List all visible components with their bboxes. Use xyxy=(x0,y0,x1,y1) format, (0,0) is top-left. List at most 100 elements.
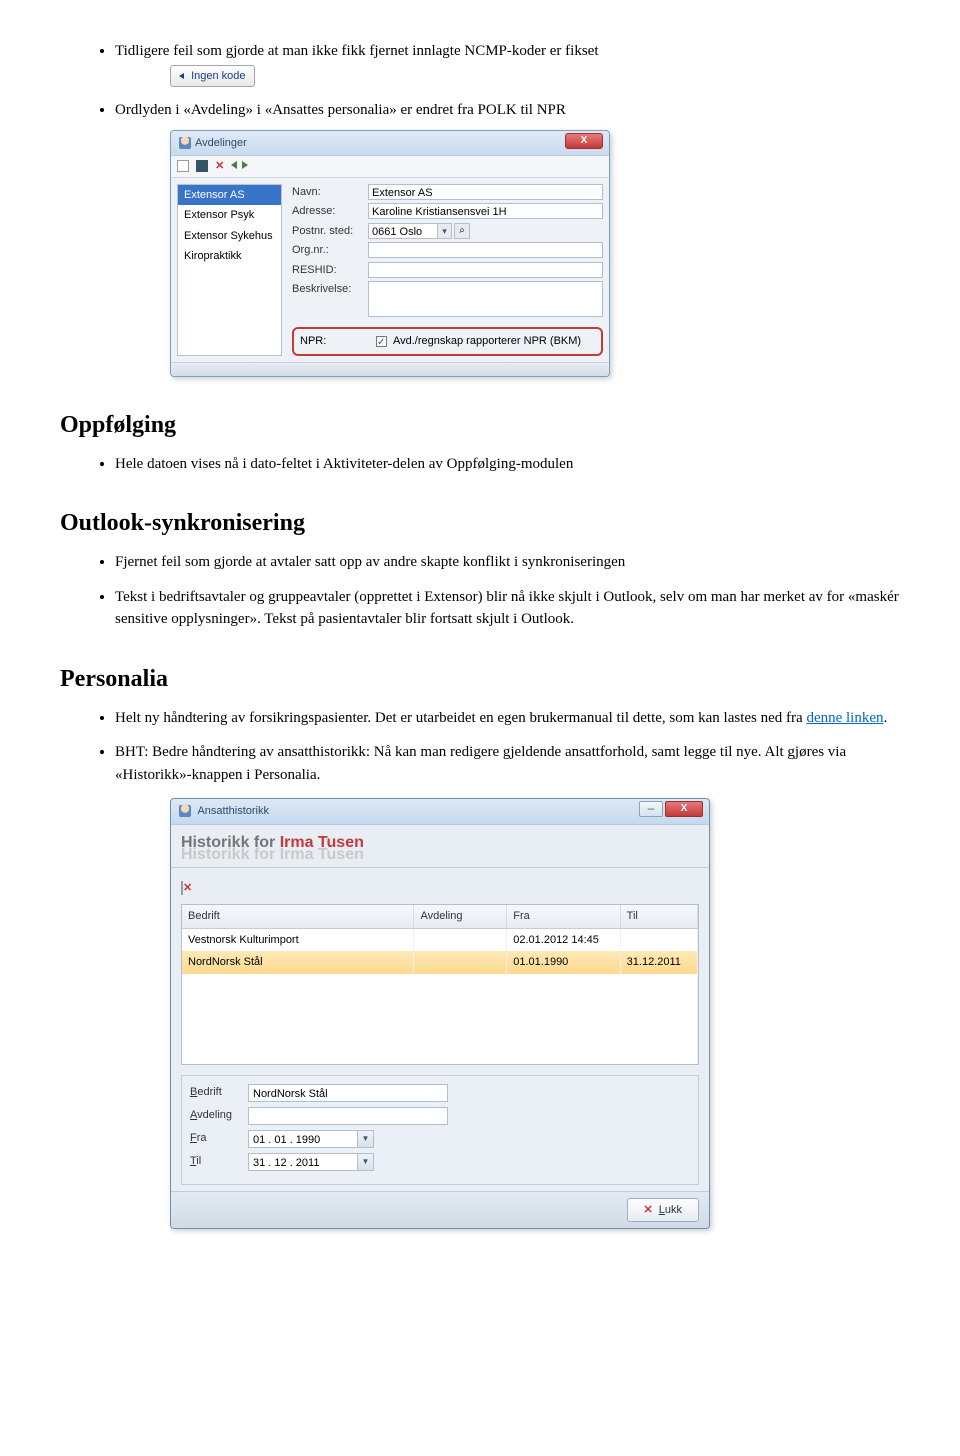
lukk-label-rest: ukk xyxy=(665,1204,682,1216)
col-fra[interactable]: Fra xyxy=(507,905,620,928)
fra-dropdown-icon[interactable]: ▼ xyxy=(358,1130,374,1148)
postnr-dropdown-icon[interactable]: ▾ xyxy=(438,223,452,239)
form-bedrift-input[interactable]: NordNorsk Stål xyxy=(248,1084,448,1102)
hist-toolbar: ✕ xyxy=(171,876,709,901)
cell-avdeling xyxy=(414,951,507,974)
form-avdeling-input[interactable] xyxy=(248,1107,448,1125)
cell-bedrift: NordNorsk Stål xyxy=(182,951,414,974)
window-icon xyxy=(179,805,191,817)
orgnr-input[interactable] xyxy=(368,242,603,258)
sidebar-item[interactable]: Extensor Psyk xyxy=(178,205,281,226)
oppfolging-b1: Hele datoen vises nå i dato-feltet i Akt… xyxy=(115,453,900,476)
outlook-bullets: Fjernet feil som gjorde at avtaler satt … xyxy=(60,551,900,631)
cell-til: 31.12.2011 xyxy=(620,951,697,974)
minimize-icon[interactable]: – xyxy=(639,801,663,817)
heading-personalia: Personalia xyxy=(60,661,900,697)
reshid-input[interactable] xyxy=(368,262,603,278)
arrow-left-icon xyxy=(179,73,184,79)
cell-avdeling xyxy=(414,928,507,951)
close-x-icon: ✕ xyxy=(644,1204,653,1216)
form-til-label: Til xyxy=(190,1153,248,1170)
form-bedrift-label: Bedrift xyxy=(190,1084,248,1101)
form-fra-input[interactable]: 01 . 01 . 1990 xyxy=(248,1130,358,1148)
personalia-b2: BHT: Bedre håndtering av ansatthistorikk… xyxy=(115,741,900,1229)
hist-edit-form: Bedrift NordNorsk Stål Avdeling Fra 01 .… xyxy=(181,1075,699,1185)
delete-icon[interactable]: ✕ xyxy=(215,160,224,172)
avdelinger-dialog: Avdelinger X ✕ Extensor AS Extensor Psyk… xyxy=(170,130,610,377)
cell-bedrift: Vestnorsk Kulturimport xyxy=(182,928,414,951)
col-til[interactable]: Til xyxy=(620,905,697,928)
download-link[interactable]: denne linken xyxy=(806,710,883,726)
dialog-body: Extensor AS Extensor Psyk Extensor Sykeh… xyxy=(171,178,609,362)
cell-fra: 02.01.2012 14:45 xyxy=(507,928,620,951)
beskrivelse-input[interactable] xyxy=(368,281,603,317)
next-icon[interactable] xyxy=(242,161,248,169)
npr-check-text: Avd./regnskap rapporterer NPR (BKM) xyxy=(393,333,581,350)
table-blank-area xyxy=(182,974,698,1064)
top-bullets: Tidligere feil som gjorde at man ikke fi… xyxy=(60,40,900,377)
delete-icon[interactable]: ✕ xyxy=(183,882,192,894)
dialog-form: Navn: Extensor AS Adresse: Karoline Kris… xyxy=(282,184,603,356)
form-fra-label: Fra xyxy=(190,1130,248,1147)
personalia-b1: Helt ny håndtering av forsikringspasient… xyxy=(115,707,900,730)
oppfolging-bullets: Hele datoen vises nå i dato-feltet i Akt… xyxy=(60,453,900,476)
outlook-b1: Fjernet feil som gjorde at avtaler satt … xyxy=(115,551,900,574)
personalia-b1-text-a: Helt ny håndtering av forsikringspasient… xyxy=(115,710,806,726)
heading-oppfolging: Oppfølging xyxy=(60,407,900,443)
lukk-button[interactable]: ✕Lukk xyxy=(627,1198,699,1223)
postnr-search-icon[interactable]: ⌕ xyxy=(454,223,470,239)
postnr-label: Postnr. sted: xyxy=(292,223,368,240)
ingen-kode-label: Ingen kode xyxy=(191,70,245,82)
avdeling-list[interactable]: Extensor AS Extensor Psyk Extensor Sykeh… xyxy=(177,184,282,356)
dialog-titlebar[interactable]: Avdelinger X xyxy=(171,131,609,157)
bullet-ncmp: Tidligere feil som gjorde at man ikke fi… xyxy=(115,40,900,87)
beskrivelse-label: Beskrivelse: xyxy=(292,281,368,298)
reshid-label: RESHID: xyxy=(292,262,368,279)
new-icon[interactable] xyxy=(177,160,189,172)
dialog-toolbar: ✕ xyxy=(171,156,609,178)
sidebar-item[interactable]: Kiropraktikk xyxy=(178,246,281,267)
orgnr-label: Org.nr.: xyxy=(292,242,368,259)
close-icon[interactable]: X xyxy=(565,133,603,149)
adresse-label: Adresse: xyxy=(292,203,368,220)
outlook-b2: Tekst i bedriftsavtaler og gruppeavtaler… xyxy=(115,586,900,631)
navn-label: Navn: xyxy=(292,184,368,201)
npr-label: NPR: xyxy=(300,333,376,350)
adresse-input[interactable]: Karoline Kristiansensvei 1H xyxy=(368,203,603,219)
close-icon[interactable]: X xyxy=(665,801,703,817)
til-dropdown-icon[interactable]: ▼ xyxy=(358,1153,374,1171)
window-icon xyxy=(179,137,191,149)
personalia-bullets: Helt ny håndtering av forsikringspasient… xyxy=(60,707,900,1230)
personalia-b2-text: BHT: Bedre håndtering av ansatthistorikk… xyxy=(115,744,846,783)
bullet-ordlyden: Ordlyden i «Avdeling» i «Ansattes person… xyxy=(115,99,900,377)
bullet-ordlyden-text: Ordlyden i «Avdeling» i «Ansattes person… xyxy=(115,102,566,118)
prev-icon[interactable] xyxy=(231,161,237,169)
hist-window-title: Ansatthistorikk xyxy=(197,805,269,817)
ansatthistorikk-dialog: Ansatthistorikk – X Historikk for Irma T… xyxy=(170,798,710,1229)
col-avdeling[interactable]: Avdeling xyxy=(414,905,507,928)
form-til-input[interactable]: 31 . 12 . 2011 xyxy=(248,1153,358,1171)
hist-titlebar[interactable]: Ansatthistorikk – X xyxy=(171,799,709,825)
col-bedrift[interactable]: Bedrift xyxy=(182,905,414,928)
bullet-ncmp-text: Tidligere feil som gjorde at man ikke fi… xyxy=(115,43,599,59)
cell-fra: 01.01.1990 xyxy=(507,951,620,974)
npr-highlighted-row: NPR: Avd./regnskap rapporterer NPR (BKM) xyxy=(292,327,603,356)
dialog-footer xyxy=(171,362,609,376)
hist-table: Bedrift Avdeling Fra Til Vestnorsk Kultu… xyxy=(181,904,699,1065)
navn-input[interactable]: Extensor AS xyxy=(368,184,603,200)
table-row[interactable]: Vestnorsk Kulturimport 02.01.2012 14:45 xyxy=(182,928,698,951)
hist-footer: ✕Lukk xyxy=(171,1191,709,1229)
npr-checkbox[interactable] xyxy=(376,336,387,347)
dialog-title: Avdelinger xyxy=(195,135,247,152)
sidebar-item[interactable]: Extensor Sykehus xyxy=(178,226,281,247)
hist-heading-shadow: Historikk for Irma Tusen xyxy=(171,843,709,868)
postnr-input[interactable]: 0661 Oslo xyxy=(368,223,438,239)
form-avdeling-label: Avdeling xyxy=(190,1107,248,1124)
personalia-b1-text-b: . xyxy=(884,710,888,726)
sidebar-item[interactable]: Extensor AS xyxy=(178,185,281,206)
cell-til xyxy=(620,928,697,951)
save-icon[interactable] xyxy=(196,160,208,172)
heading-outlook: Outlook-synkronisering xyxy=(60,505,900,541)
ingen-kode-button[interactable]: Ingen kode xyxy=(170,65,255,88)
table-row-selected[interactable]: NordNorsk Stål 01.01.1990 31.12.2011 xyxy=(182,951,698,974)
